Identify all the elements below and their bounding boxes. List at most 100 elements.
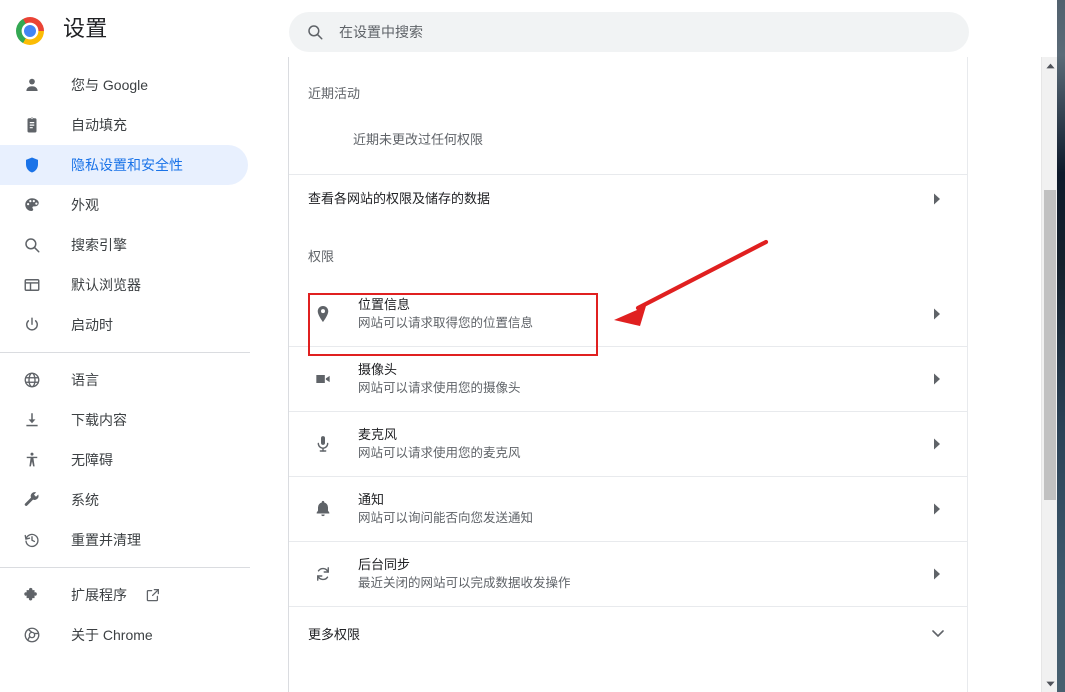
scroll-down-arrow-icon[interactable] [1042, 675, 1058, 692]
sidebar-item-about-chrome[interactable]: 关于 Chrome [0, 615, 288, 655]
chevron-right-icon [932, 567, 942, 581]
sidebar-item-label: 扩展程序 [71, 587, 127, 603]
permission-subtitle: 网站可以请求使用您的摄像头 [358, 381, 521, 395]
sidebar-item-label: 您与 Google [71, 77, 149, 93]
sidebar-item-accessibility[interactable]: 无障碍 [0, 440, 288, 480]
permission-title: 摄像头 [358, 362, 398, 377]
scroll-up-arrow-icon[interactable] [1042, 57, 1058, 74]
permission-title: 位置信息 [358, 297, 411, 312]
more-permissions-label: 更多权限 [308, 626, 361, 642]
sidebar-item-search-engine[interactable]: 搜索引擎 [0, 225, 288, 265]
sidebar-item-system[interactable]: 系统 [0, 480, 288, 520]
sidebar-item-label: 默认浏览器 [71, 277, 141, 293]
permission-subtitle: 网站可以请求取得您的位置信息 [358, 316, 534, 330]
permissions-list: 位置信息 网站可以请求取得您的位置信息 摄像头 网站可以请求使用您的摄像头 麦克… [289, 282, 967, 607]
sidebar-item-label: 语言 [71, 372, 99, 388]
browser-icon [22, 275, 42, 295]
sidebar-item-label: 隐私设置和安全性 [71, 157, 183, 173]
permission-row-location[interactable]: 位置信息 网站可以请求取得您的位置信息 [289, 282, 967, 347]
scrollbar-top-spacer [1041, 0, 1057, 57]
chevron-right-icon [932, 192, 942, 206]
sidebar-item-privacy-and-security[interactable]: 隐私设置和安全性 [0, 145, 248, 185]
window-right-edge [1057, 0, 1065, 692]
privacy-settings-card: 近期活动 近期未更改过任何权限 查看各网站的权限及储存的数据 权限 位置信息 网… [289, 57, 968, 692]
bell-icon [312, 498, 334, 520]
sidebar-item-languages[interactable]: 语言 [0, 360, 288, 400]
sidebar-item-label: 无障碍 [71, 452, 113, 468]
sidebar-item-on-startup[interactable]: 启动时 [0, 305, 288, 345]
recent-activity-empty-message: 近期未更改过任何权限 [353, 132, 484, 147]
sidebar: 您与 Google 自动填充 隐私设置和安全性 外观 搜索引擎 默认浏览器 启动… [0, 57, 289, 692]
search-icon [22, 235, 42, 255]
chevron-down-icon [931, 626, 945, 640]
search-placeholder: 在设置中搜索 [339, 24, 423, 40]
sidebar-item-extensions[interactable]: 扩展程序 [0, 575, 288, 615]
permission-title: 麦克风 [358, 427, 398, 442]
person-icon [22, 75, 42, 95]
power-icon [22, 315, 42, 335]
permission-text: 后台同步 最近关闭的网站可以完成数据收发操作 [358, 555, 571, 593]
sidebar-item-label: 启动时 [71, 317, 113, 333]
permission-text: 麦克风 网站可以请求使用您的麦克风 [358, 425, 521, 463]
more-permissions-row[interactable]: 更多权限 [289, 607, 967, 659]
chevron-right-icon [932, 502, 942, 516]
microphone-icon [312, 433, 334, 455]
main-content: 近期活动 近期未更改过任何权限 查看各网站的权限及储存的数据 权限 位置信息 网… [289, 57, 1041, 692]
sidebar-item-autofill[interactable]: 自动填充 [0, 105, 288, 145]
chrome-icon [22, 625, 42, 645]
search-input[interactable]: 在设置中搜索 [289, 12, 969, 52]
accessibility-icon [22, 450, 42, 470]
location-pin-icon [312, 303, 334, 325]
permission-title: 后台同步 [358, 557, 411, 572]
camera-icon [312, 368, 334, 390]
chevron-right-icon [932, 372, 942, 386]
permission-subtitle: 最近关闭的网站可以完成数据收发操作 [358, 576, 571, 590]
external-link-icon[interactable] [145, 587, 161, 603]
permission-row-microphone[interactable]: 麦克风 网站可以请求使用您的麦克风 [289, 412, 967, 477]
permission-title: 通知 [358, 492, 385, 507]
wrench-icon [22, 490, 42, 510]
sidebar-item-label: 系统 [71, 492, 99, 508]
permission-row-camera[interactable]: 摄像头 网站可以请求使用您的摄像头 [289, 347, 967, 412]
sidebar-item-you-and-google[interactable]: 您与 Google [0, 65, 288, 105]
chevron-right-icon [932, 437, 942, 451]
settings-page: 设置 在设置中搜索 您与 Google 自动填充 隐私设置和安全性 外观 搜索引… [0, 0, 1065, 692]
sidebar-item-appearance[interactable]: 外观 [0, 185, 288, 225]
sync-icon [312, 563, 334, 585]
site-data-row[interactable]: 查看各网站的权限及储存的数据 [289, 174, 967, 222]
permissions-section-label: 权限 [308, 249, 335, 264]
palette-icon [22, 195, 42, 215]
vertical-scrollbar[interactable] [1041, 57, 1057, 692]
page-title: 设置 [63, 16, 108, 41]
recent-activity-label: 近期活动 [308, 86, 361, 101]
permission-text: 位置信息 网站可以请求取得您的位置信息 [358, 295, 533, 333]
globe-icon [22, 370, 42, 390]
chrome-logo-icon [16, 17, 44, 45]
shield-icon [22, 155, 42, 175]
download-icon [22, 410, 42, 430]
autofill-icon [22, 115, 42, 135]
sidebar-item-label: 自动填充 [71, 117, 127, 133]
sidebar-divider [0, 567, 250, 568]
sidebar-divider [0, 352, 250, 353]
permission-text: 通知 网站可以询问能否向您发送通知 [358, 490, 533, 528]
sidebar-item-downloads[interactable]: 下载内容 [0, 400, 288, 440]
sidebar-item-label: 外观 [71, 197, 99, 213]
chevron-right-icon [932, 307, 942, 321]
permission-subtitle: 网站可以询问能否向您发送通知 [358, 511, 534, 525]
sidebar-item-label: 重置并清理 [71, 532, 141, 548]
restore-icon [22, 530, 42, 550]
site-data-row-label: 查看各网站的权限及储存的数据 [308, 190, 491, 206]
sidebar-item-default-browser[interactable]: 默认浏览器 [0, 265, 288, 305]
permission-row-notifications[interactable]: 通知 网站可以询问能否向您发送通知 [289, 477, 967, 542]
sidebar-item-label: 下载内容 [71, 412, 127, 428]
top-bar: 设置 在设置中搜索 [0, 0, 1057, 56]
sidebar-item-label: 关于 Chrome [71, 627, 153, 643]
sidebar-item-label: 搜索引擎 [71, 237, 127, 253]
permission-text: 摄像头 网站可以请求使用您的摄像头 [358, 360, 521, 398]
scrollbar-thumb[interactable] [1044, 190, 1056, 500]
permission-row-background-sync[interactable]: 后台同步 最近关闭的网站可以完成数据收发操作 [289, 542, 967, 607]
sidebar-item-reset-and-cleanup[interactable]: 重置并清理 [0, 520, 288, 560]
permission-subtitle: 网站可以请求使用您的麦克风 [358, 446, 521, 460]
puzzle-icon [22, 585, 42, 605]
